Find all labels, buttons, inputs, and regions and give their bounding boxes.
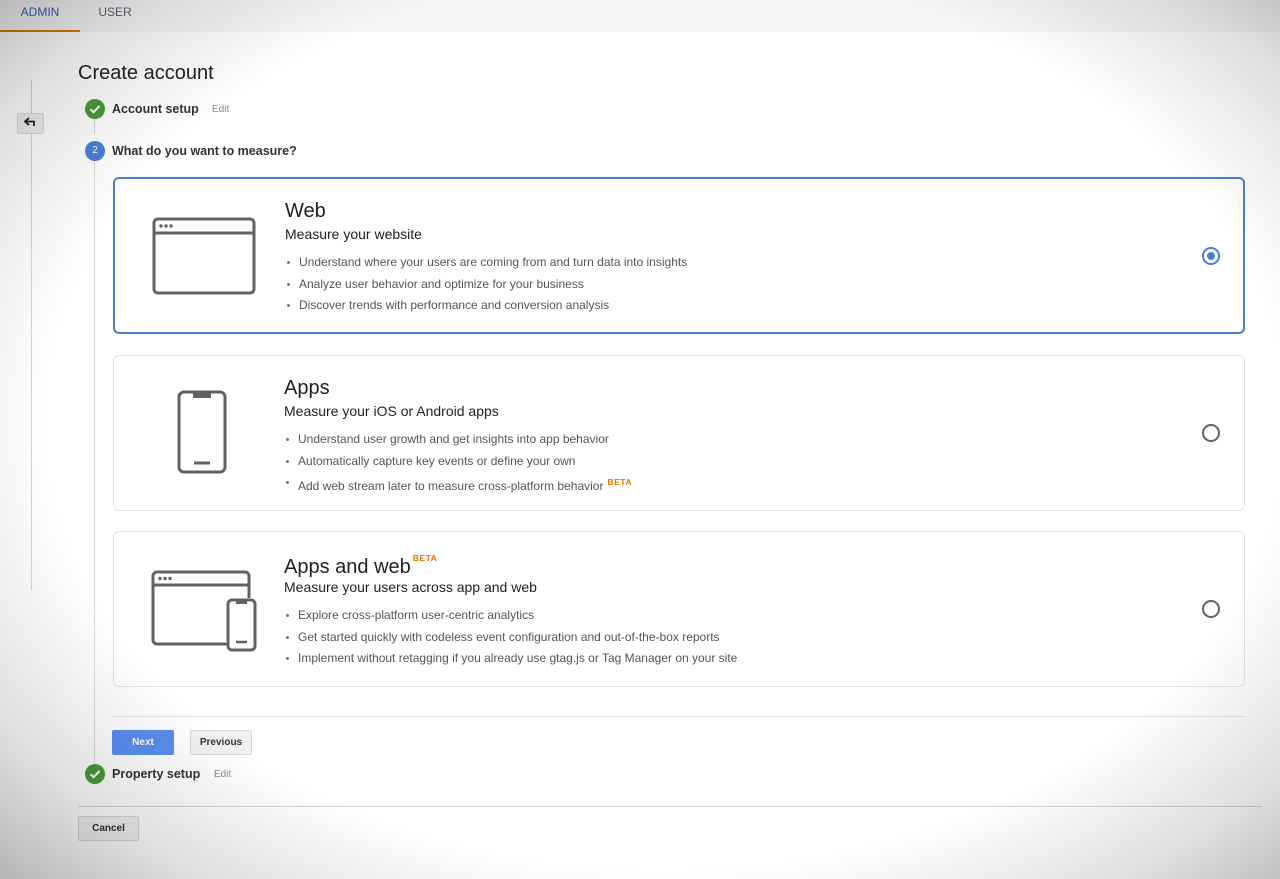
option-bullet: Analyze user behavior and optimize for y… [285,274,687,296]
option-bullet: Implement without retagging if you alrea… [284,648,737,670]
stepper-connector [94,118,95,134]
step-number-badge: 2 [85,141,105,161]
option-subtitle: Measure your users across app and web [284,579,537,595]
option-title-text: Apps and web [284,556,411,578]
option-bullet-text: Add web stream later to measure cross-pl… [298,479,604,493]
stepper-connector [94,160,95,766]
option-bullet: Add web stream later to measure cross-pl… [284,472,632,494]
option-title: Web [285,200,326,222]
next-button[interactable]: Next [112,730,174,755]
option-card-apps-and-web[interactable]: Apps and web BETA Measure your users acro… [113,531,1245,687]
option-subtitle: Measure your website [285,226,422,242]
sidebar-rail [31,80,32,590]
back-arrow-icon [23,115,38,131]
section-divider [113,716,1245,717]
option-bullet: Automatically capture key events or defi… [284,451,632,473]
check-icon [89,770,101,779]
option-subtitle: Measure your iOS or Android apps [284,403,499,419]
option-bullets: Understand where your users are coming f… [285,252,687,317]
browser-window-icon [152,217,256,300]
radio-apps-and-web[interactable] [1202,600,1220,618]
tab-user[interactable]: USER [80,0,150,32]
option-title: Apps [284,377,330,399]
top-tab-bar: ADMIN USER [0,0,1280,32]
option-bullet: Understand user growth and get insights … [284,429,632,451]
tab-admin[interactable]: ADMIN [0,0,80,32]
cancel-button[interactable]: Cancel [78,816,139,841]
step-complete-icon [85,99,105,119]
option-bullet: Discover trends with performance and con… [285,295,687,317]
previous-button[interactable]: Previous [190,730,252,755]
option-title: Apps and web BETA [284,553,437,579]
browser-and-phone-icon [151,570,259,659]
edit-account-setup-link[interactable]: Edit [212,104,229,115]
smartphone-icon [177,390,227,479]
check-icon [89,105,101,114]
option-card-apps[interactable]: Apps Measure your iOS or Android apps Un… [113,355,1245,511]
radio-web[interactable] [1202,247,1220,265]
beta-badge: BETA [412,553,438,563]
option-bullets: Understand user growth and get insights … [284,429,632,494]
option-bullet: Get started quickly with codeless event … [284,627,737,649]
edit-property-setup-link[interactable]: Edit [214,769,231,780]
step-label-measure: What do you want to measure? [112,144,297,158]
option-bullet: Explore cross-platform user-centric anal… [284,605,737,627]
footer-divider [78,806,1262,807]
beta-badge: BETA [607,477,632,487]
step-complete-icon [85,764,105,784]
page-title: Create account [78,62,214,84]
step-label-account-setup: Account setup [112,102,199,116]
radio-apps[interactable] [1202,424,1220,442]
back-button[interactable] [17,113,44,134]
option-card-web[interactable]: Web Measure your website Understand wher… [113,177,1245,334]
option-bullet: Understand where your users are coming f… [285,252,687,274]
option-bullets: Explore cross-platform user-centric anal… [284,605,737,670]
step-label-property-setup: Property setup [112,767,201,781]
